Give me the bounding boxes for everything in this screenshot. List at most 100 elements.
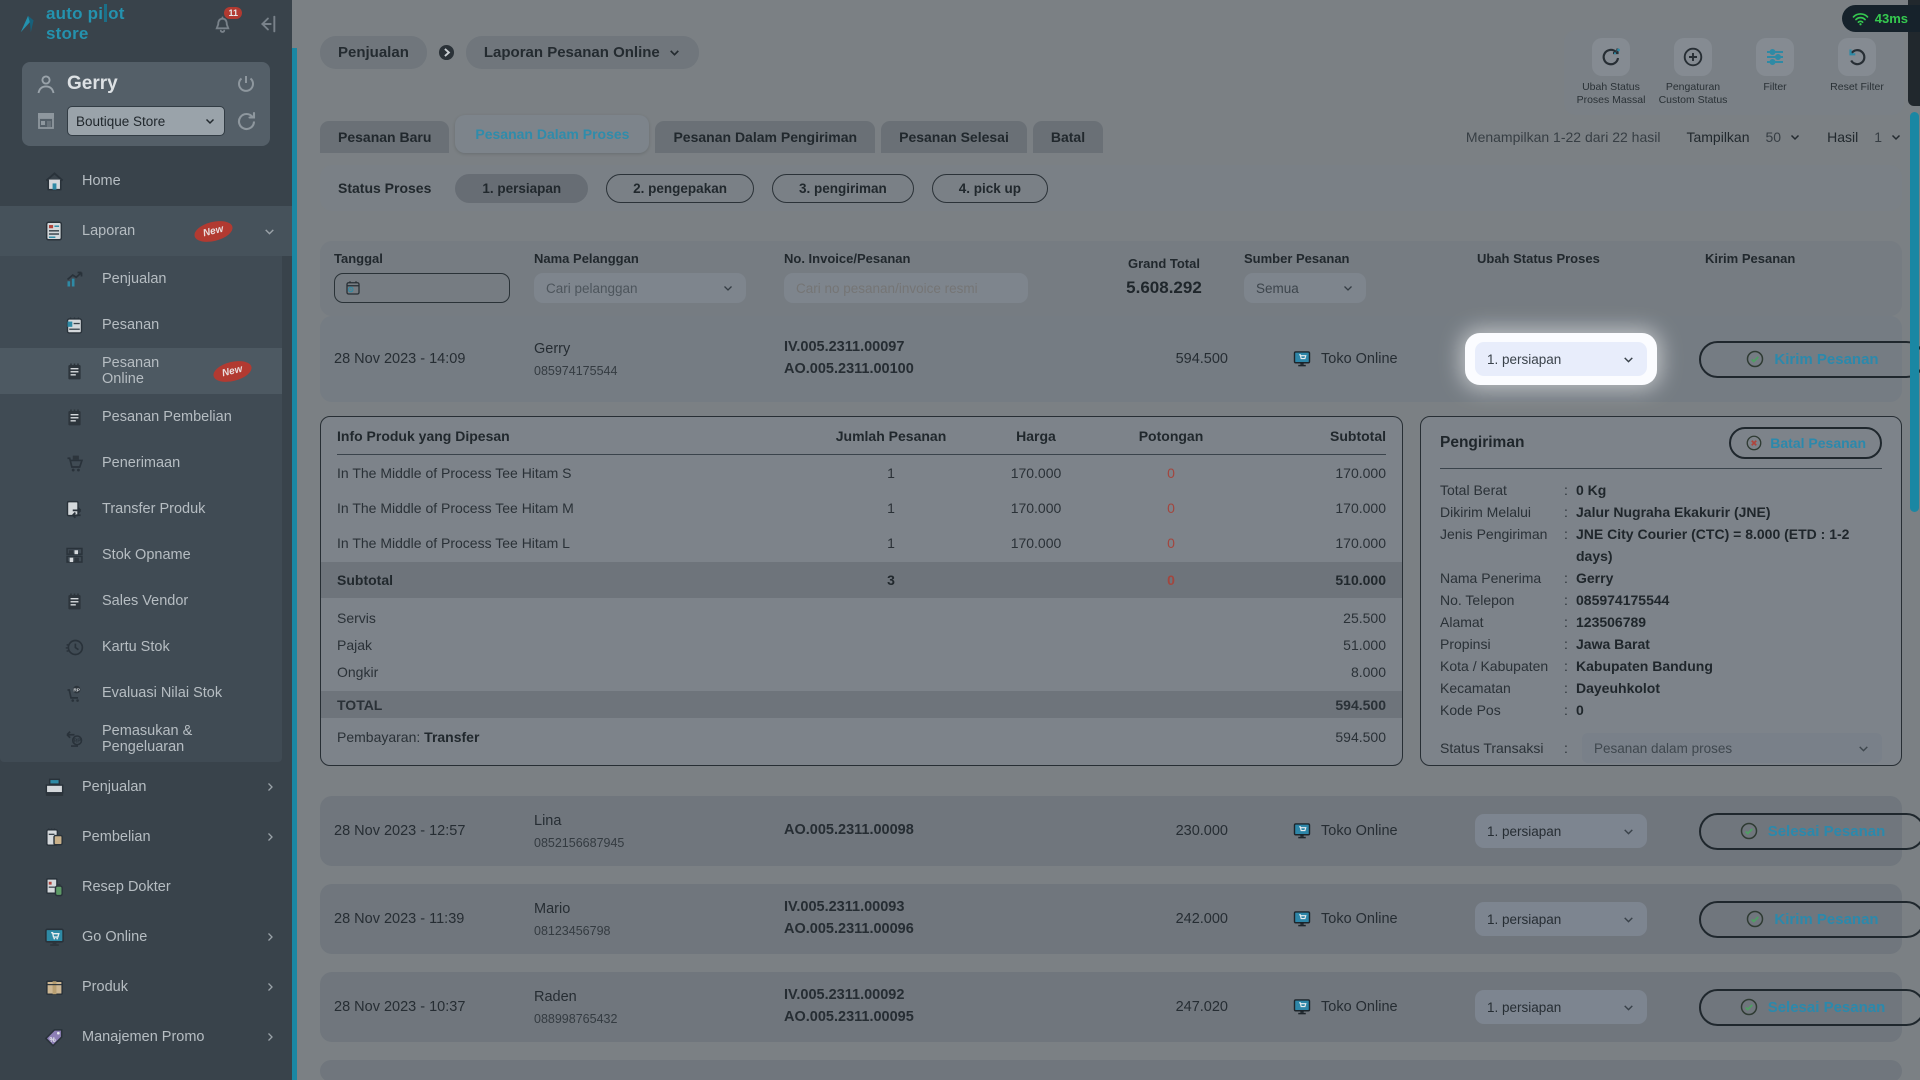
notifications-button[interactable]: 11 [211, 13, 234, 36]
tab-pesanan-baru[interactable]: Pesanan Baru [320, 121, 449, 153]
chip-persiapan[interactable]: 1. persiapan [455, 174, 588, 203]
check-circle-icon [1745, 349, 1765, 369]
order-action-cell: Kirim Pesanan [1699, 901, 1920, 938]
submenu-item-evaluasi-nilai-stok[interactable]: RP Evaluasi Nilai Stok [0, 670, 282, 716]
reset-icon [1838, 38, 1876, 76]
submenu-item-stok-opname[interactable]: Stok Opname [0, 532, 282, 578]
breadcrumb-penjualan[interactable]: Penjualan [320, 36, 427, 69]
reload-store-icon[interactable] [234, 109, 258, 133]
app-logo[interactable]: auto piot store [18, 4, 149, 44]
submenu-item-penjualan[interactable]: Penjualan [0, 256, 282, 302]
date-input[interactable] [334, 273, 510, 303]
batal-pesanan-button[interactable]: Batal Pesanan [1729, 427, 1882, 459]
order-datetime: 28 Nov 2023 - 14:09 [334, 351, 534, 367]
page-select[interactable]: 1 [1874, 129, 1902, 145]
sidebar-item-laporan[interactable]: Laporan New [0, 206, 292, 256]
power-icon[interactable] [234, 72, 258, 96]
submenu-item-kartu-stok[interactable]: Kartu Stok [0, 624, 282, 670]
submenu-item-penerimaan[interactable]: Penerimaan [0, 440, 282, 486]
status-proses-label: Status Proses [338, 180, 431, 196]
sidebar: auto piot store 11 Gerry [0, 0, 292, 1080]
tab-batal[interactable]: Batal [1033, 121, 1103, 153]
scrollbar-thumb[interactable] [1910, 112, 1919, 512]
order-row[interactable]: 28 Nov 2023 - 11:39 Mario 08123456798 IV… [320, 884, 1902, 954]
receiving-cart-icon [62, 453, 86, 474]
submenu-item-pesanan[interactable]: Pesanan [0, 302, 282, 348]
page-size-select[interactable]: 50 [1766, 129, 1802, 145]
custom-status-button[interactable]: Pengaturan Custom Status [1652, 38, 1734, 107]
sidebar-item-resep-dokter[interactable]: Resep Dokter [0, 862, 292, 912]
latency-badge: 43ms [1842, 5, 1920, 32]
selesai-pesanan-button[interactable]: Selesai Pesanan [1699, 813, 1920, 850]
tab-pesanan-selesai[interactable]: Pesanan Selesai [881, 121, 1027, 153]
sidebar-item-pembelian[interactable]: Pembelian [0, 812, 292, 862]
charge-row: Servis25.500 [337, 604, 1386, 631]
invoice-search-input[interactable] [784, 273, 1028, 303]
chip-pengiriman[interactable]: 3. pengiriman [772, 174, 914, 203]
submenu-item-pemasukan-pengeluaran[interactable]: RP Pemasukan & Pengeluaran [0, 716, 282, 762]
shipping-card: Pengiriman Batal Pesanan Total Berat:0 K… [1420, 416, 1902, 766]
reset-filter-button[interactable]: Reset Filter [1816, 38, 1898, 107]
stock-value-icon: RP [62, 683, 86, 704]
status-dropdown[interactable]: 1. persiapan [1475, 902, 1647, 936]
filter-grand-total: Grand Total 5.608.292 [1084, 256, 1244, 298]
notification-count-badge: 11 [224, 7, 242, 19]
status-dropdown[interactable]: 1. persiapan [1475, 342, 1647, 376]
monitor-cart-icon [42, 926, 66, 949]
order-row[interactable]: 28 Nov 2023 - 10:37 Raden 088998765432 I… [320, 972, 1902, 1042]
filter-bar: Tanggal Nama Pelanggan Cari pelanggan No… [320, 241, 1902, 316]
online-store-icon [1292, 909, 1312, 929]
order-status-cell: 1. persiapan [1449, 814, 1699, 848]
order-datetime: 28 Nov 2023 - 11:39 [334, 911, 534, 927]
store-selector[interactable]: Boutique Store [67, 106, 225, 136]
invoice-search-field[interactable] [796, 281, 1016, 296]
tab-pesanan-dalam-pengiriman[interactable]: Pesanan Dalam Pengiriman [655, 121, 875, 153]
sidebar-divider [292, 48, 297, 1080]
filter-button[interactable]: Filter [1734, 38, 1816, 107]
breadcrumb-laporan-pesanan-online[interactable]: Laporan Pesanan Online [466, 36, 699, 69]
shipping-field: Kota / Kabupaten:Kabupaten Bandung [1440, 655, 1882, 677]
order-row-partial[interactable] [320, 1060, 1902, 1080]
bulk-status-icon [1592, 38, 1630, 76]
customer-select[interactable]: Cari pelanggan [534, 273, 746, 303]
chevron-down-icon [263, 225, 276, 238]
order-row[interactable]: 28 Nov 2023 - 12:57 Lina 0852156687945 A… [320, 796, 1902, 866]
shipping-field: Dikirim Melalui:Jalur Nugraha Ekakurir (… [1440, 501, 1882, 523]
online-store-icon [1292, 349, 1312, 369]
chip-pengepakan[interactable]: 2. pengepakan [606, 174, 754, 203]
submenu-item-transfer-produk[interactable]: Transfer Produk [0, 486, 282, 532]
breadcrumb-arrow-icon [437, 43, 456, 62]
sidebar-item-penjualan[interactable]: Penjualan [0, 762, 292, 812]
promo-tag-icon: % [42, 1026, 66, 1049]
selesai-pesanan-button[interactable]: Selesai Pesanan [1699, 989, 1920, 1026]
bulk-status-button[interactable]: Ubah Status Proses Massal [1570, 38, 1652, 107]
tutorial-spotlight: 1. persiapan [1465, 333, 1657, 385]
submenu-item-sales-vendor[interactable]: Sales Vendor [0, 578, 282, 624]
status-transaksi-dropdown[interactable]: Pesanan dalam proses [1582, 733, 1882, 763]
latency-value: 43ms [1875, 11, 1908, 26]
results-summary: Menampilkan 1-22 dari 22 hasil [1466, 129, 1661, 145]
submenu-item-pesanan-online[interactable]: Pesanan Online New [0, 348, 282, 394]
vendor-notebook-icon [62, 591, 86, 612]
tab-pesanan-dalam-proses[interactable]: Pesanan Dalam Proses [455, 115, 649, 153]
filter-nama: Nama Pelanggan Cari pelanggan [534, 251, 784, 303]
status-dropdown[interactable]: 1. persiapan [1475, 990, 1647, 1024]
submenu-item-pesanan-pembelian[interactable]: Pesanan Pembelian [0, 394, 282, 440]
kirim-pesanan-button[interactable]: Kirim Pesanan [1699, 341, 1920, 378]
svg-text:RP: RP [73, 687, 80, 693]
order-row[interactable]: 28 Nov 2023 - 14:09 Gerry 085974175544 I… [320, 316, 1902, 402]
shipping-field: Nama Penerima:Gerry [1440, 567, 1882, 589]
sidebar-item-manajemen-promo[interactable]: % Manajemen Promo [0, 1012, 292, 1062]
sidebar-item-home[interactable]: Home [0, 156, 292, 206]
charge-row: Ongkir8.000 [337, 658, 1386, 685]
source-select[interactable]: Semua [1244, 273, 1366, 303]
chip-pickup[interactable]: 4. pick up [932, 174, 1048, 203]
kirim-pesanan-button[interactable]: Kirim Pesanan [1699, 901, 1920, 938]
logout-button[interactable] [256, 13, 278, 35]
sidebar-item-go-online[interactable]: Go Online [0, 912, 292, 962]
payment-row: Pembayaran: Transfer 594.500 [337, 718, 1386, 756]
status-dropdown[interactable]: 1. persiapan [1475, 814, 1647, 848]
order-total: 247.020 [1084, 999, 1244, 1015]
sidebar-item-produk[interactable]: Produk [0, 962, 292, 1012]
online-store-icon [1292, 997, 1312, 1017]
